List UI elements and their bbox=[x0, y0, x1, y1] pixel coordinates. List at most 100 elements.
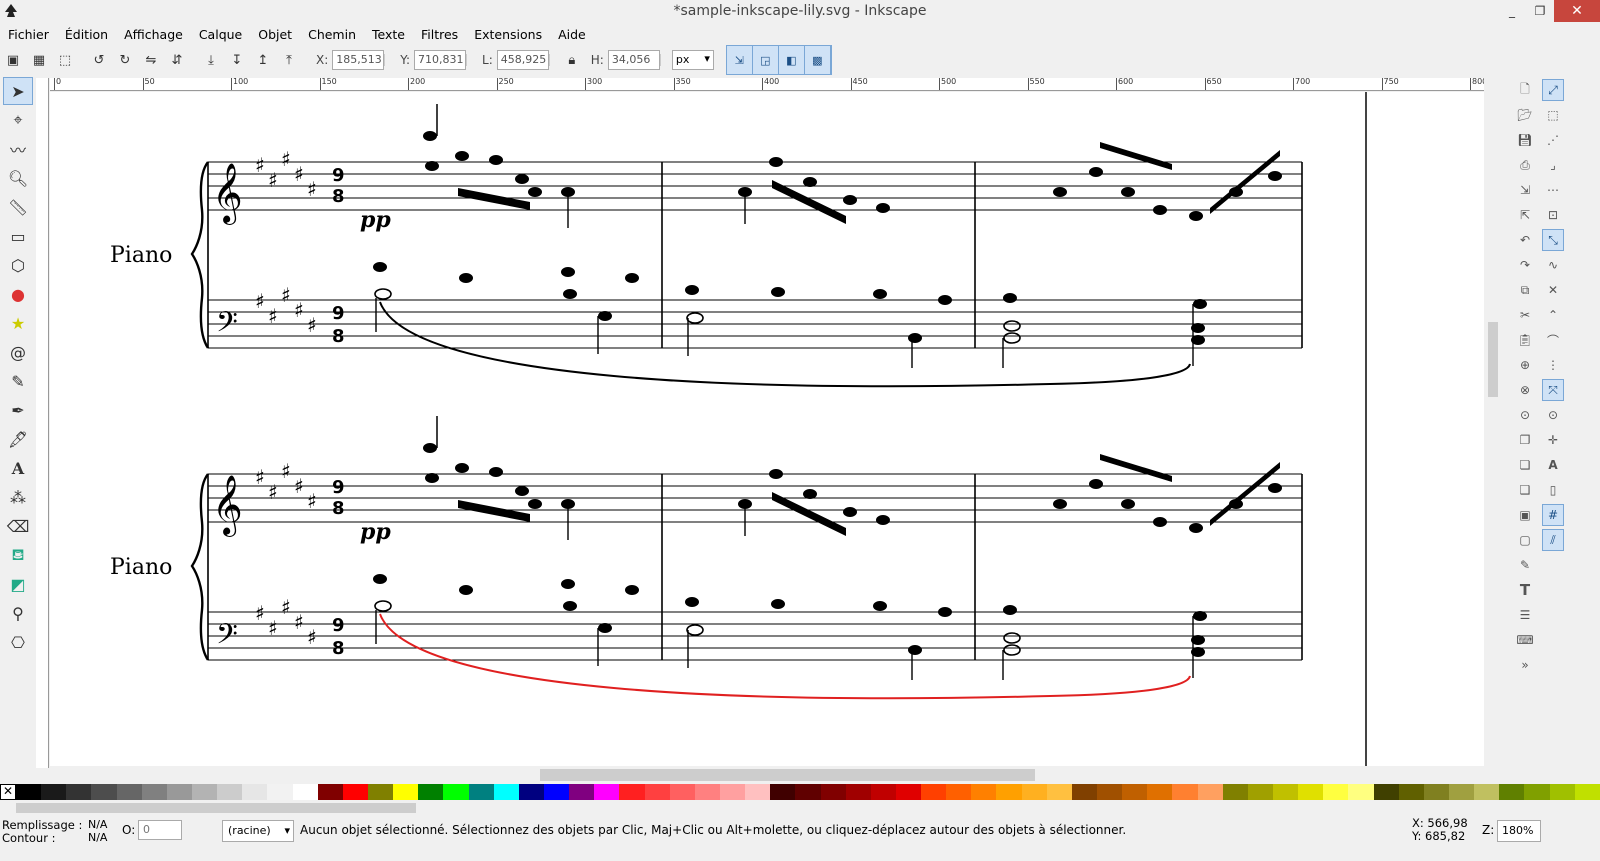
color-swatch[interactable] bbox=[946, 784, 972, 800]
drawing-canvas[interactable]: 𝄞 𝄢 ♯♯♯ ♯♯ ♯♯♯ ♯♯ bbox=[50, 92, 1484, 766]
cut-icon[interactable]: ✂ bbox=[1514, 304, 1536, 326]
menu-extensions[interactable]: Extensions bbox=[466, 27, 550, 42]
save-icon[interactable]: 💾︎ bbox=[1514, 129, 1536, 151]
move-gradients-icon[interactable]: ◧ bbox=[778, 46, 805, 74]
raise-icon[interactable]: ↥ bbox=[252, 49, 274, 71]
color-swatch[interactable] bbox=[1021, 784, 1047, 800]
select-all-icon[interactable]: ▣ bbox=[2, 49, 24, 71]
gradient-tool-icon[interactable]: ◩ bbox=[3, 570, 33, 598]
layers-icon[interactable]: ☰ bbox=[1514, 604, 1536, 626]
color-swatch[interactable] bbox=[770, 784, 796, 800]
color-swatch[interactable] bbox=[116, 784, 142, 800]
color-swatch[interactable] bbox=[895, 784, 922, 800]
move-patterns-icon[interactable]: ▩ bbox=[804, 46, 831, 74]
snap-guides-icon[interactable]: ⫽ bbox=[1542, 529, 1564, 551]
color-swatch[interactable] bbox=[845, 784, 871, 800]
score-system-1[interactable] bbox=[108, 102, 1304, 388]
color-swatch[interactable] bbox=[1273, 784, 1299, 800]
color-swatch[interactable] bbox=[996, 784, 1022, 800]
slur-red[interactable] bbox=[379, 613, 1191, 700]
color-swatch[interactable] bbox=[619, 784, 645, 800]
unlink-clone-icon[interactable]: ❑ bbox=[1514, 479, 1536, 501]
text-tool-icon[interactable]: A bbox=[3, 454, 33, 482]
snap-smooth-nodes-icon[interactable]: ⌒ bbox=[1542, 329, 1564, 351]
menu-calque[interactable]: Calque bbox=[191, 27, 250, 42]
color-swatch[interactable] bbox=[292, 784, 318, 800]
close-button[interactable]: ✕ bbox=[1554, 0, 1600, 22]
color-swatch[interactable] bbox=[367, 784, 394, 800]
flip-horizontal-icon[interactable]: ⇋ bbox=[140, 49, 162, 71]
vertical-scrollbar[interactable] bbox=[1486, 78, 1500, 768]
color-swatch[interactable] bbox=[1046, 784, 1072, 800]
eraser-tool-icon[interactable]: ⌫ bbox=[3, 512, 33, 540]
snap-paths-icon[interactable]: ∿ bbox=[1542, 254, 1564, 276]
color-swatch[interactable] bbox=[91, 784, 117, 800]
color-swatch[interactable] bbox=[1071, 784, 1098, 800]
xml-editor-icon[interactable]: ⌨ bbox=[1514, 629, 1536, 651]
more-commands-icon[interactable]: » bbox=[1514, 654, 1536, 676]
measure-tool-icon[interactable]: 📏︎ bbox=[3, 193, 33, 221]
color-swatch[interactable] bbox=[644, 784, 670, 800]
color-swatch[interactable] bbox=[543, 784, 570, 800]
flip-vertical-icon[interactable]: ⇵ bbox=[166, 49, 188, 71]
color-swatch[interactable] bbox=[217, 784, 243, 800]
color-swatch[interactable] bbox=[443, 784, 469, 800]
new-document-icon[interactable]: 🗋 bbox=[1514, 79, 1536, 101]
no-paint-swatch[interactable]: ✕ bbox=[0, 784, 16, 800]
snap-bbox-corners-icon[interactable]: ⌟ bbox=[1542, 154, 1564, 176]
color-swatch[interactable] bbox=[1423, 784, 1450, 800]
color-swatch[interactable] bbox=[1197, 784, 1223, 800]
color-swatch[interactable] bbox=[1348, 784, 1374, 800]
snap-cusp-nodes-icon[interactable]: ⌃ bbox=[1542, 304, 1564, 326]
unit-select[interactable]: px bbox=[671, 50, 714, 70]
opacity-field[interactable]: 0 bbox=[138, 820, 182, 840]
color-swatch[interactable] bbox=[191, 784, 218, 800]
color-swatch[interactable] bbox=[1247, 784, 1274, 800]
color-swatch[interactable] bbox=[141, 784, 167, 800]
snap-bbox-edges-icon[interactable]: ⋰ bbox=[1542, 129, 1564, 151]
print-icon[interactable]: ⎙ bbox=[1514, 154, 1536, 176]
color-swatch[interactable] bbox=[1474, 784, 1500, 800]
minimize-button[interactable]: _ bbox=[1498, 0, 1526, 22]
pencil-tool-icon[interactable]: ✎ bbox=[3, 367, 33, 395]
color-swatch[interactable] bbox=[16, 784, 42, 800]
spray-tool-icon[interactable]: ⁂ bbox=[3, 483, 33, 511]
snap-rotation-centers-icon[interactable]: ✛ bbox=[1542, 429, 1564, 451]
snap-enable-icon[interactable]: ⤢ bbox=[1542, 79, 1564, 101]
restore-button[interactable]: ❐ bbox=[1526, 0, 1554, 22]
import-icon[interactable]: ⇲ bbox=[1514, 179, 1536, 201]
fill-value[interactable]: N/A bbox=[88, 818, 107, 831]
palette-scroll-thumb[interactable] bbox=[16, 803, 416, 813]
vertical-scroll-thumb[interactable] bbox=[1488, 322, 1498, 397]
snap-bbox-centers-icon[interactable]: ⊡ bbox=[1542, 204, 1564, 226]
color-swatch[interactable] bbox=[1574, 784, 1600, 800]
rectangle-tool-icon[interactable]: ▭ bbox=[3, 222, 33, 250]
snap-centers-icon[interactable]: ⊙ bbox=[1542, 404, 1564, 426]
paint-bucket-tool-icon[interactable]: ⛾ bbox=[3, 541, 33, 569]
color-swatch[interactable] bbox=[1398, 784, 1424, 800]
color-swatch[interactable] bbox=[719, 784, 746, 800]
text-font-icon[interactable]: T bbox=[1514, 579, 1536, 601]
snap-others-icon[interactable]: ⤧ bbox=[1542, 379, 1564, 401]
redo-icon[interactable]: ↷ bbox=[1514, 254, 1536, 276]
color-swatch[interactable] bbox=[1449, 784, 1475, 800]
raise-to-top-icon[interactable]: ⤒ bbox=[278, 49, 300, 71]
color-swatch[interactable] bbox=[971, 784, 997, 800]
node-tool-icon[interactable]: ⌖ bbox=[3, 106, 33, 134]
color-swatch[interactable] bbox=[493, 784, 519, 800]
slur-black[interactable] bbox=[379, 301, 1191, 388]
menu-chemin[interactable]: Chemin bbox=[300, 27, 364, 42]
color-swatch[interactable] bbox=[669, 784, 695, 800]
color-swatch[interactable] bbox=[41, 784, 67, 800]
color-swatch[interactable] bbox=[66, 784, 92, 800]
zoom-page-icon[interactable]: ⊙ bbox=[1514, 404, 1536, 426]
clone-icon[interactable]: ❏ bbox=[1514, 454, 1536, 476]
menu-aide[interactable]: Aide bbox=[550, 27, 594, 42]
y-field[interactable]: 710,831 bbox=[414, 50, 468, 70]
rotate-ccw-icon[interactable]: ↺ bbox=[88, 49, 110, 71]
zoom-field[interactable]: 180% bbox=[1497, 820, 1541, 842]
color-swatch[interactable] bbox=[242, 784, 268, 800]
color-swatch[interactable] bbox=[1323, 784, 1349, 800]
fill-stroke-icon[interactable]: ✎ bbox=[1514, 554, 1536, 576]
snap-text-baseline-icon[interactable]: A bbox=[1542, 454, 1564, 476]
